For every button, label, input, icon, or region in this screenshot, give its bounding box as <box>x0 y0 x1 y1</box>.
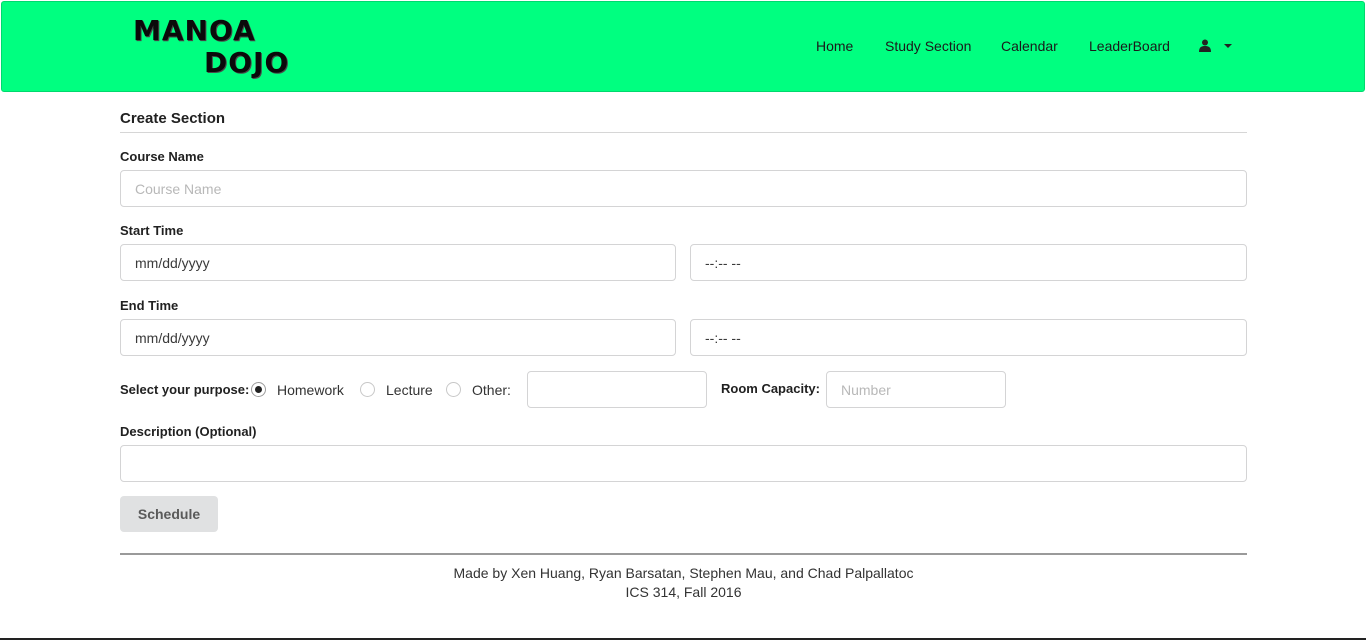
page-title: Create Section <box>120 110 226 127</box>
radio-lecture-label[interactable]: Lecture <box>386 381 433 399</box>
radio-lecture[interactable] <box>360 382 375 397</box>
start-time-label: Start Time <box>120 223 184 238</box>
radio-other[interactable] <box>446 382 461 397</box>
start-date-input[interactable] <box>120 244 676 281</box>
nav-home[interactable]: Home <box>816 36 853 56</box>
description-label: Description (Optional) <box>120 424 257 439</box>
chevron-down-icon <box>1224 44 1232 48</box>
end-time-label: End Time <box>120 298 179 313</box>
radio-homework-label[interactable]: Homework <box>277 381 344 399</box>
course-name-label: Course Name <box>120 149 204 164</box>
radio-other-label[interactable]: Other: <box>472 381 511 399</box>
start-time-input[interactable] <box>690 244 1247 281</box>
nav-study-section[interactable]: Study Section <box>885 36 971 56</box>
end-date-input[interactable] <box>120 319 676 356</box>
manoa-dojo-logo[interactable]: MANOA DOJO <box>133 14 288 80</box>
purpose-label: Select your purpose: <box>120 382 250 397</box>
radio-homework[interactable] <box>251 382 266 397</box>
title-divider <box>120 132 1247 133</box>
user-menu-dropdown[interactable] <box>1199 36 1233 56</box>
schedule-button[interactable]: Schedule <box>120 496 218 532</box>
description-input[interactable] <box>120 445 1247 482</box>
logo-line-2: DOJO <box>204 46 290 79</box>
footer-divider <box>120 553 1247 555</box>
footer-course: ICS 314, Fall 2016 <box>625 584 742 600</box>
end-time-input[interactable] <box>690 319 1247 356</box>
room-capacity-label: Room Capacity: <box>721 381 820 396</box>
course-name-input[interactable] <box>120 170 1247 207</box>
logo-line-1: MANOA <box>133 14 256 47</box>
footer-credits: Made by Xen Huang, Ryan Barsatan, Stephe… <box>453 565 914 581</box>
user-icon <box>1199 39 1211 52</box>
room-capacity-input[interactable] <box>826 371 1006 408</box>
nav-calendar[interactable]: Calendar <box>1001 36 1058 56</box>
nav-leaderboard[interactable]: LeaderBoard <box>1089 36 1170 56</box>
other-purpose-input[interactable] <box>527 371 707 408</box>
